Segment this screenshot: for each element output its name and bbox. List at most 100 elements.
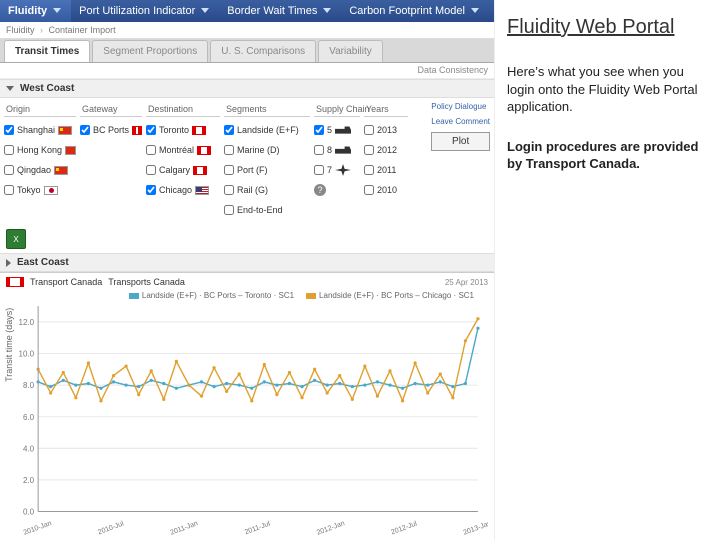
breadcrumb-root[interactable]: Fluidity <box>6 25 35 35</box>
seg-rail[interactable]: Rail (G) <box>224 181 310 199</box>
y-axis-label: Transit time (days) <box>4 308 14 382</box>
nav-label: Border Wait Times <box>227 5 317 17</box>
checkbox[interactable] <box>4 185 14 195</box>
accordion-label: West Coast <box>20 83 74 94</box>
flag-china-icon <box>58 126 72 135</box>
tab-transit-times[interactable]: Transit Times <box>4 40 90 62</box>
seg-end-to-end[interactable]: End-to-End <box>224 201 310 219</box>
legend-item-2: Landside (E+F) · BC Ports – Chicago · SC… <box>306 291 474 300</box>
legend-swatch <box>129 293 139 299</box>
truck-icon <box>335 144 351 156</box>
accordion-label: East Coast <box>17 257 69 268</box>
svg-text:4.0: 4.0 <box>23 444 35 453</box>
svg-text:2011-Jul: 2011-Jul <box>244 520 272 536</box>
supply-7[interactable]: 7 <box>314 161 360 179</box>
year-2012[interactable]: 2012 <box>364 141 408 159</box>
checkbox[interactable] <box>80 125 90 135</box>
nav-border-wait[interactable]: Border Wait Times <box>219 0 341 22</box>
checkbox[interactable] <box>314 145 324 155</box>
origin-tokyo[interactable]: Tokyo <box>4 181 76 199</box>
tc-en: Transport Canada <box>30 277 102 287</box>
leave-comment-link[interactable]: Leave Comment <box>431 117 490 126</box>
seg-port[interactable]: Port (F) <box>224 161 310 179</box>
nav-label: Carbon Footprint Model <box>349 5 465 17</box>
checkbox[interactable] <box>364 145 374 155</box>
svg-text:10.0: 10.0 <box>18 350 34 359</box>
seg-landside[interactable]: Landside (E+F) <box>224 121 310 139</box>
transport-canada-logo: Transport Canada Transports Canada 25 Ap… <box>6 277 488 287</box>
dest-montreal[interactable]: Montréal <box>146 141 220 159</box>
svg-text:2013-Jan: 2013-Jan <box>463 520 488 536</box>
checkbox[interactable] <box>364 125 374 135</box>
svg-text:2010-Jul: 2010-Jul <box>97 520 125 536</box>
annotation-p1: Here’s what you see when you login onto … <box>507 63 708 116</box>
checkbox[interactable] <box>146 185 156 195</box>
year-2011[interactable]: 2011 <box>364 161 408 179</box>
plot-button[interactable]: Plot <box>431 132 490 151</box>
export-excel-button[interactable]: X <box>6 229 26 249</box>
origin-qingdao[interactable]: Qingdao <box>4 161 76 179</box>
nav-label: Port Utilization Indicator <box>79 5 195 17</box>
col-supply-chain: Supply Chain 5 8 7 ? <box>314 102 360 219</box>
legend-item-1: Landside (E+F) · BC Ports – Toronto · SC… <box>129 291 294 300</box>
supply-8[interactable]: 8 <box>314 141 360 159</box>
origin-hong-kong[interactable]: Hong Kong <box>4 141 76 159</box>
dest-calgary[interactable]: Calgary <box>146 161 220 179</box>
checkbox[interactable] <box>4 165 14 175</box>
chart-caption: 25 Apr 2013 <box>445 278 488 287</box>
flag-canada-icon <box>192 126 206 135</box>
accordion-east-coast[interactable]: East Coast <box>0 253 494 272</box>
nav-fluidity[interactable]: Fluidity <box>0 0 71 22</box>
svg-text:0.0: 0.0 <box>23 508 35 517</box>
year-2013[interactable]: 2013 <box>364 121 408 139</box>
flag-canada-icon <box>197 146 211 155</box>
truck-icon <box>335 124 351 136</box>
checkbox[interactable] <box>364 185 374 195</box>
chevron-right-icon <box>6 259 11 267</box>
checkbox[interactable] <box>146 145 156 155</box>
tab-segment-proportions[interactable]: Segment Proportions <box>92 40 208 62</box>
accordion-west-coast[interactable]: West Coast <box>0 79 494 98</box>
chevron-down-icon <box>6 86 14 91</box>
legend-swatch <box>306 293 316 299</box>
plane-icon <box>335 164 351 176</box>
year-2010[interactable]: 2010 <box>364 181 408 199</box>
dest-chicago[interactable]: Chicago <box>146 181 220 199</box>
checkbox[interactable] <box>364 165 374 175</box>
checkbox[interactable] <box>224 165 234 175</box>
page-title: Fluidity Web Portal <box>507 16 708 39</box>
checkbox[interactable] <box>314 125 324 135</box>
col-years: Years 2013 2012 2011 2010 <box>364 102 408 219</box>
svg-text:2011-Jan: 2011-Jan <box>170 520 199 536</box>
supply-help[interactable]: ? <box>314 181 360 199</box>
svg-text:8.0: 8.0 <box>23 381 35 390</box>
nav-carbon-footprint[interactable]: Carbon Footprint Model <box>341 0 489 22</box>
supply-5[interactable]: 5 <box>314 121 360 139</box>
flag-china-icon <box>54 166 68 175</box>
origin-shanghai[interactable]: Shanghai <box>4 121 76 139</box>
checkbox[interactable] <box>224 185 234 195</box>
tab-variability[interactable]: Variability <box>318 40 383 62</box>
gateway-bc-ports[interactable]: BC Ports <box>80 121 142 139</box>
nav-port-utilization[interactable]: Port Utilization Indicator <box>71 0 219 22</box>
col-header: Supply Chain <box>314 102 360 117</box>
checkbox[interactable] <box>314 165 324 175</box>
checkbox[interactable] <box>224 125 234 135</box>
checkbox[interactable] <box>224 145 234 155</box>
filter-panel: West Coast Origin Shanghai Hong Kong Qin… <box>0 79 494 273</box>
breadcrumb: Fluidity › Container Import <box>0 22 494 39</box>
checkbox[interactable] <box>4 125 14 135</box>
checkbox[interactable] <box>4 145 14 155</box>
svg-text:2012-Jul: 2012-Jul <box>390 520 418 536</box>
data-consistency-link[interactable]: Data Consistency <box>417 65 488 75</box>
checkbox[interactable] <box>224 205 234 215</box>
dest-toronto[interactable]: Toronto <box>146 121 220 139</box>
tc-fr: Transports Canada <box>108 277 185 287</box>
checkbox[interactable] <box>146 165 156 175</box>
col-gateway: Gateway BC Ports <box>80 102 142 219</box>
tab-us-comparisons[interactable]: U. S. Comparisons <box>210 40 316 62</box>
policy-dialogue-link[interactable]: Policy Dialogue <box>431 102 490 111</box>
seg-marine[interactable]: Marine (D) <box>224 141 310 159</box>
checkbox[interactable] <box>146 125 156 135</box>
col-header: Years <box>364 102 408 117</box>
